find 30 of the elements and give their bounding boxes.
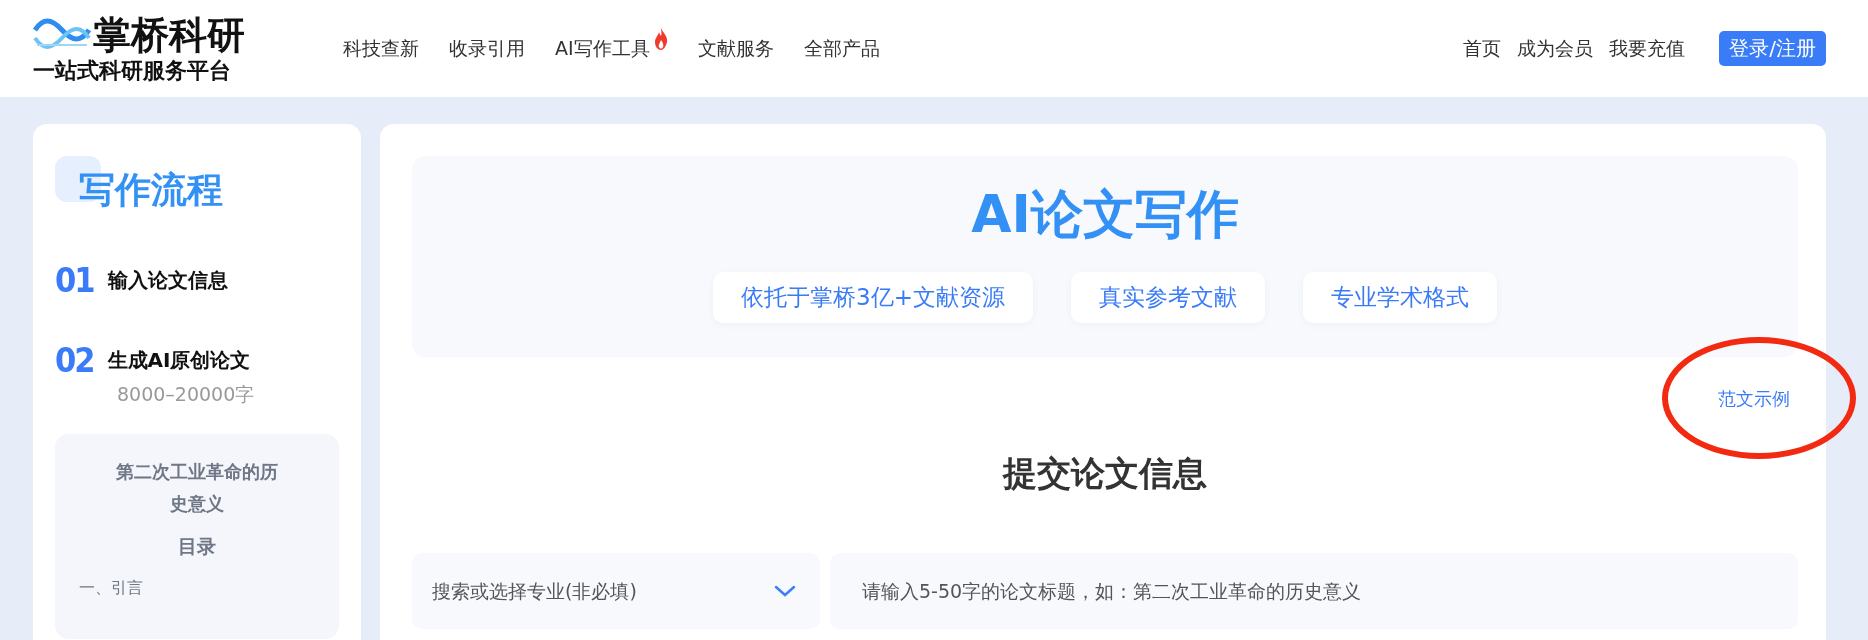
- top-link[interactable]: 成为会员: [1517, 35, 1594, 62]
- toc-heading: 目录: [178, 534, 216, 559]
- nav-link[interactable]: AI写作工具: [555, 35, 650, 62]
- step-number: 02: [55, 340, 94, 380]
- title-input-field[interactable]: 请输入5-50字的论文标题，如：第二次工业革命的历史意义: [830, 553, 1798, 629]
- nav-link[interactable]: 收录引用: [449, 35, 525, 62]
- sample-link[interactable]: 范文示例: [1718, 388, 1790, 409]
- step-label: 生成AI原创论文: [107, 346, 251, 374]
- chevron-down-icon: [774, 585, 796, 597]
- feature-tag: 依托于掌桥3亿+文献资源: [713, 272, 1033, 323]
- major-select[interactable]: 搜索或选择专业(非必填): [412, 553, 820, 629]
- paper-title: 第二次工业革命的历史意义: [115, 460, 279, 516]
- banner-title: AI论文写作: [971, 183, 1239, 246]
- nav-link[interactable]: 科技查新: [343, 35, 419, 62]
- top-link[interactable]: 首页: [1463, 35, 1502, 62]
- step-number: 01: [55, 260, 94, 300]
- sidebar-title: 写作流程: [79, 168, 223, 212]
- login-button[interactable]: 登录/注册: [1719, 31, 1826, 66]
- feature-tag: 专业学术格式: [1302, 272, 1497, 323]
- toc-item: 一、引言: [79, 578, 143, 599]
- top-link[interactable]: 我要充值: [1609, 35, 1686, 62]
- logo-title: 掌桥科研: [93, 12, 245, 57]
- feature-tag: 真实参考文献: [1070, 272, 1265, 323]
- logo-subtitle: 一站式科研服务平台: [33, 56, 232, 85]
- nav-link[interactable]: 全部产品: [803, 35, 880, 62]
- form-title: 提交论文信息: [1001, 452, 1208, 495]
- step-label: 输入论文信息: [107, 266, 228, 294]
- nav-link[interactable]: 文献服务: [697, 35, 774, 62]
- step-note: 8000–20000字: [117, 382, 256, 407]
- wave-logo-icon: [33, 17, 91, 52]
